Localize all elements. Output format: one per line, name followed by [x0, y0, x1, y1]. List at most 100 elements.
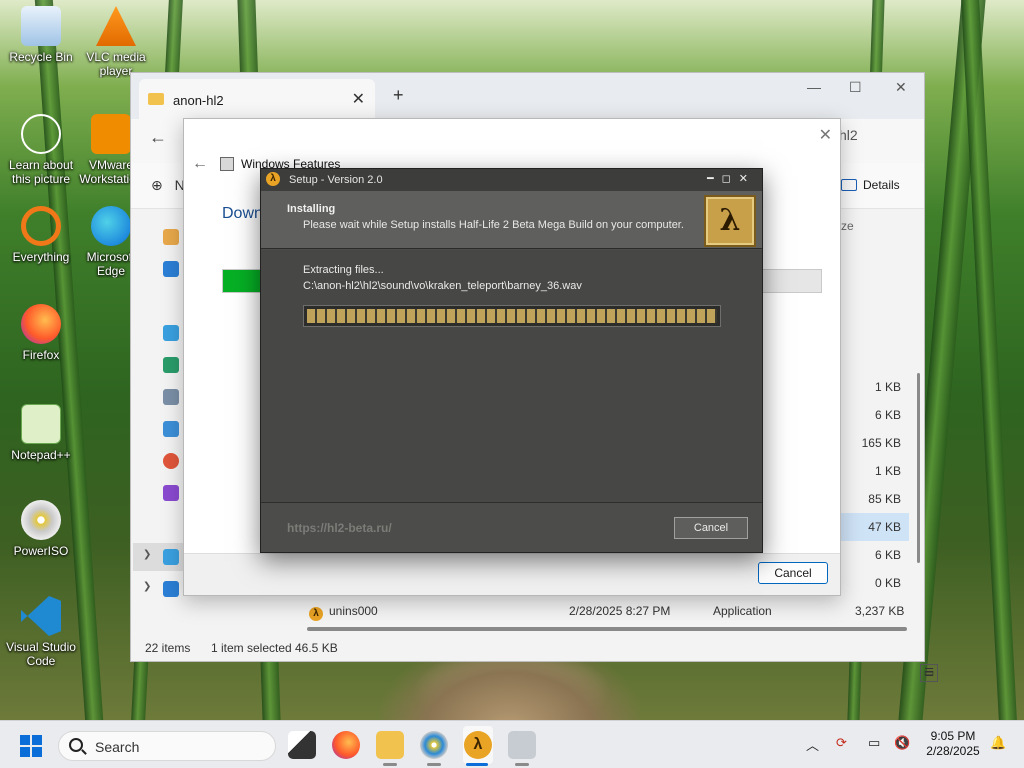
- size-column-header[interactable]: ze: [841, 219, 854, 233]
- expand-this-pc-icon[interactable]: ❯: [143, 549, 151, 560]
- half-life-setup-taskbar-icon[interactable]: λ: [464, 731, 492, 759]
- minimize-icon[interactable]: ━: [707, 173, 722, 185]
- close-tab-icon[interactable]: ✕: [352, 89, 365, 109]
- firefox-icon: [21, 304, 61, 344]
- status-bar: 22 items 1 item selected 46.5 KB ☰ ▭: [131, 635, 938, 682]
- running-indicator: [383, 763, 397, 766]
- desktop-icon-learn-about-picture[interactable]: Learn about this picture: [0, 114, 82, 186]
- new-button[interactable]: ⊕ N: [151, 177, 185, 194]
- back-arrow-icon[interactable]: ←: [149, 127, 167, 148]
- desktop-icon-firefox[interactable]: Firefox: [0, 304, 82, 362]
- file-size: 1 KB: [874, 380, 901, 394]
- current-file-path: C:\anon-hl2\hl2\sound\vo\kraken_teleport…: [303, 280, 582, 292]
- cancel-button[interactable]: Cancel: [758, 562, 828, 584]
- maximize-icon[interactable]: ◻: [722, 173, 739, 185]
- edge-icon: [91, 206, 131, 246]
- downloads-icon[interactable]: [163, 357, 179, 373]
- file-size: 6 KB: [874, 548, 901, 562]
- setup-title: Setup - Version 2.0: [289, 174, 383, 186]
- file-size: 3,237 KB: [855, 604, 905, 618]
- file-size: 165 KB: [861, 436, 901, 450]
- file-date: 2/28/2025 8:27 PM: [569, 604, 671, 618]
- file-size: 1 KB: [874, 464, 901, 478]
- close-icon[interactable]: ✕: [739, 173, 756, 185]
- taskbar-search[interactable]: Search: [58, 731, 276, 761]
- poweriso-taskbar-icon[interactable]: [420, 731, 448, 759]
- desktop-folder-icon[interactable]: [163, 325, 179, 341]
- file-type: Application: [713, 604, 772, 618]
- update-sync-icon[interactable]: ⟳: [836, 735, 847, 751]
- file-size-selected[interactable]: 47 KB: [831, 513, 909, 541]
- details-icon: [841, 179, 857, 191]
- firefox-taskbar-icon[interactable]: [332, 731, 360, 759]
- vertical-scrollbar[interactable]: [917, 373, 920, 563]
- network-icon[interactable]: [163, 581, 179, 597]
- close-window-button[interactable]: ✕: [895, 79, 907, 96]
- maximize-button[interactable]: ☐: [849, 79, 862, 96]
- half-life-lambda-icon: λ: [266, 172, 280, 186]
- lambda-logo-icon: λ: [704, 195, 756, 247]
- notifications-bell-icon[interactable]: 🔔: [990, 735, 1006, 751]
- desktop-icon-recycle-bin[interactable]: Recycle Bin: [0, 6, 82, 64]
- setup-header: Installing Please wait while Setup insta…: [261, 191, 762, 249]
- windows-features-taskbar-icon[interactable]: [508, 731, 536, 759]
- this-pc-icon[interactable]: [163, 549, 179, 565]
- everything-search-icon: [21, 206, 61, 246]
- active-indicator: [466, 763, 488, 766]
- search-box-fragment[interactable]: hl2: [839, 127, 858, 143]
- start-button-windows-icon[interactable]: [20, 735, 42, 757]
- setup-body: Extracting files... C:\anon-hl2\hl2\soun…: [261, 250, 762, 503]
- details-pane-button[interactable]: Details: [841, 178, 900, 192]
- dialog-heading: Down: [222, 205, 263, 222]
- website-link[interactable]: https://hl2-beta.ru/: [287, 521, 392, 535]
- folder-icon: [148, 93, 164, 105]
- tiles-view-icon[interactable]: ▭: [920, 664, 938, 682]
- pictures-icon[interactable]: [163, 421, 179, 437]
- desktop-icon-poweriso[interactable]: PowerISO: [0, 500, 82, 558]
- notepadpp-icon: [21, 404, 61, 444]
- explorer-tab[interactable]: anon-hl2 ✕: [139, 79, 375, 119]
- desktop-icon-vlc[interactable]: VLC media player: [76, 6, 156, 78]
- music-icon[interactable]: [163, 453, 179, 469]
- desktop-icon-notepadpp[interactable]: Notepad++: [0, 404, 82, 462]
- close-icon[interactable]: ✕: [819, 125, 832, 145]
- documents-icon[interactable]: [163, 389, 179, 405]
- back-arrow-icon[interactable]: ←: [192, 155, 208, 173]
- selection-size: 46.5 KB: [295, 641, 338, 655]
- volume-muted-icon[interactable]: 🔇: [894, 735, 910, 751]
- system-clock[interactable]: 9:05 PM 2/28/2025: [920, 729, 986, 759]
- item-count: 22 items: [145, 641, 191, 655]
- selection-count: 1 item selected: [211, 641, 292, 655]
- videos-icon[interactable]: [163, 485, 179, 501]
- network-status-icon[interactable]: ▭: [868, 735, 880, 751]
- file-size: 0 KB: [874, 576, 901, 590]
- file-explorer-taskbar-icon[interactable]: [376, 731, 404, 759]
- recycle-bin-icon: [21, 6, 61, 46]
- clock-date: 2/28/2025: [926, 744, 980, 758]
- status-text: Extracting files...: [303, 264, 384, 276]
- windows-features-icon: [220, 157, 234, 171]
- home-icon[interactable]: [163, 229, 179, 245]
- desktop-icon-everything[interactable]: Everything: [0, 206, 82, 264]
- vlc-icon: [96, 6, 136, 46]
- clock-time: 9:05 PM: [930, 729, 976, 743]
- desktop-icon-vscode[interactable]: Visual Studio Code: [0, 596, 82, 668]
- file-size-column: 1 KB 6 KB 165 KB 1 KB 85 KB 47 KB 6 KB 0…: [831, 373, 909, 597]
- minimize-button[interactable]: —: [807, 79, 821, 95]
- horizontal-scrollbar[interactable]: [307, 627, 907, 631]
- file-name: unins000: [329, 604, 378, 618]
- dialog-footer: Cancel: [184, 553, 840, 595]
- cancel-button[interactable]: Cancel: [674, 517, 748, 539]
- file-row-unins000[interactable]: λ unins000 2/28/2025 8:27 PM Application…: [301, 601, 911, 623]
- header-title: Installing: [287, 203, 336, 215]
- tab-title: anon-hl2: [173, 93, 224, 108]
- gallery-icon[interactable]: [163, 261, 179, 277]
- setup-dialog: λ Setup - Version 2.0 ━◻✕ Installing Ple…: [260, 168, 763, 553]
- running-indicator: [515, 763, 529, 766]
- expand-network-icon[interactable]: ❯: [143, 581, 151, 592]
- setup-titlebar: λ Setup - Version 2.0 ━◻✕: [261, 169, 762, 191]
- show-hidden-icons-chevron-icon[interactable]: ︿: [806, 735, 819, 754]
- taskbar: Search λ ︿ ⟳ ▭ 🔇 9:05 PM 2/28/2025 🔔: [0, 720, 1024, 768]
- task-view-icon[interactable]: [288, 731, 316, 759]
- new-tab-button[interactable]: +: [393, 85, 404, 106]
